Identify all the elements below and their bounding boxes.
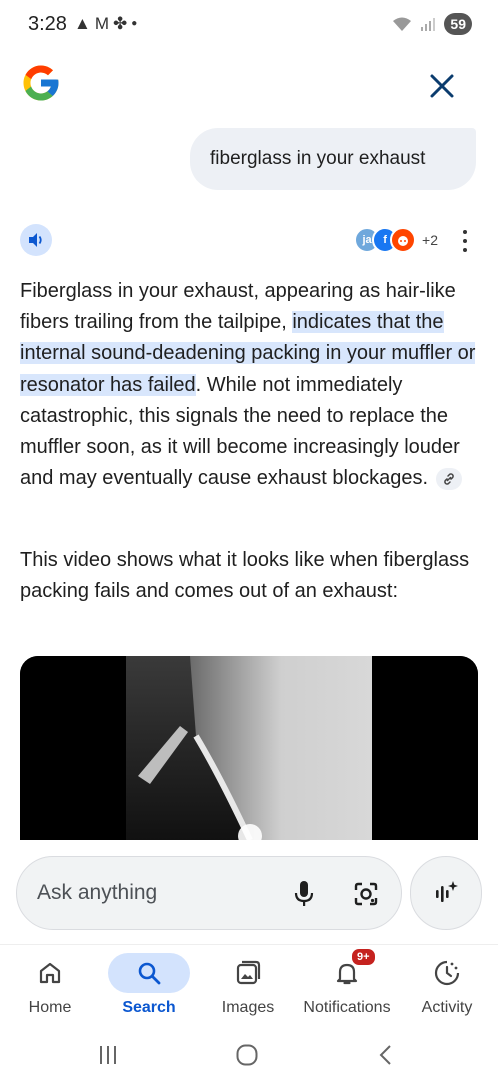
home-system-button[interactable] (227, 1040, 267, 1070)
nav-activity-label: Activity (421, 999, 473, 1016)
back-icon (379, 1045, 391, 1065)
dot (463, 247, 467, 252)
recent-apps-button[interactable] (88, 1040, 128, 1070)
system-nav-bar (0, 1030, 498, 1080)
status-right: 59 (392, 13, 472, 35)
dot (463, 230, 467, 235)
ai-answer-paragraph: Fiberglass in your exhaust, appearing as… (20, 276, 478, 494)
dot (463, 238, 467, 243)
lens-button[interactable] (349, 877, 383, 911)
nav-home-label: Home (28, 999, 72, 1016)
video-frame (20, 656, 478, 840)
nav-activity[interactable]: Activity (397, 953, 497, 1027)
speaker-icon (29, 233, 42, 247)
listen-button[interactable] (20, 224, 52, 256)
gmail-icon: M (94, 14, 109, 33)
recent-apps-icon (100, 1046, 116, 1064)
status-time: 3:28 (28, 13, 67, 35)
nav-images-icon-wrap (207, 953, 289, 993)
query-bubble[interactable]: fiberglass in your exhaust (190, 128, 476, 190)
lens-icon (354, 882, 378, 906)
battery-indicator: 59 (444, 13, 472, 35)
notifications-badge: 9+ (350, 947, 377, 967)
answer-tools: ja f +2 (20, 224, 478, 258)
nav-search-icon-wrap (108, 953, 190, 993)
video-intro-text: This video shows what it looks like when… (20, 549, 470, 603)
search-bar (16, 856, 402, 930)
home-circle-icon (236, 1044, 258, 1066)
top-bar (0, 56, 498, 116)
close-button[interactable] (422, 66, 462, 106)
pinwheel-icon: ✤ (113, 14, 128, 33)
nav-notifications-icon-wrap: 9+ (306, 947, 388, 993)
wifi-icon (393, 17, 412, 31)
sources-more-count: +2 (422, 232, 438, 248)
nav-notifications[interactable]: 9+ Notifications (297, 947, 397, 1027)
source-reddit-icon (390, 227, 417, 253)
mic-icon (294, 881, 314, 906)
back-button[interactable] (366, 1040, 406, 1070)
images-icon (236, 960, 261, 985)
video-thumbnail[interactable] (20, 656, 478, 840)
signal-icon (421, 18, 436, 31)
sources-stack[interactable]: ja f +2 (354, 227, 438, 253)
more-options-button[interactable] (460, 228, 470, 254)
nav-images[interactable]: Images (198, 953, 298, 1027)
link-icon (443, 473, 454, 485)
query-text: fiberglass in your exhaust (210, 148, 426, 169)
bottom-nav: Home Search Images 9+ Notifications Acti… (0, 944, 498, 1028)
nav-images-label: Images (221, 999, 275, 1016)
activity-icon (434, 960, 460, 986)
close-icon (430, 74, 454, 98)
nav-notifications-label: Notifications (303, 999, 391, 1016)
dot-icon: ● (131, 18, 138, 29)
source-link-button[interactable] (435, 467, 462, 490)
ai-sparkle-icon (436, 881, 458, 902)
status-bar: 3:28 ▲ M ✤ ● 59 (0, 0, 498, 52)
nav-home-icon-wrap (9, 953, 91, 993)
voice-search-button[interactable] (287, 877, 321, 911)
home-icon (39, 962, 61, 984)
alert-triangle-icon: ▲ (74, 14, 91, 33)
nav-home[interactable]: Home (0, 953, 100, 1027)
search-input[interactable] (37, 877, 267, 909)
nav-activity-icon-wrap (406, 953, 488, 993)
notification-icons: ▲ M ✤ ● (74, 14, 137, 34)
search-icon (138, 962, 161, 985)
nav-search[interactable]: Search (99, 953, 199, 1027)
nav-search-label: Search (122, 999, 176, 1016)
ai-mode-button[interactable] (410, 856, 482, 930)
google-g-logo (23, 65, 59, 101)
